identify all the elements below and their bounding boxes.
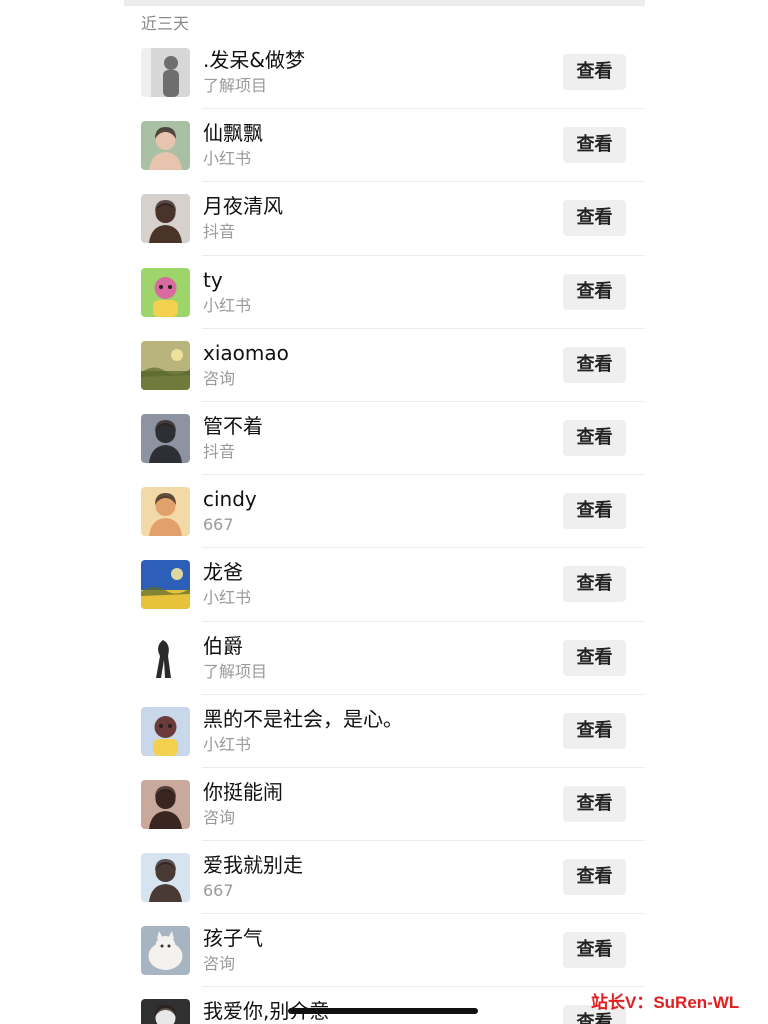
contact-name: .发呆&做梦: [203, 48, 305, 72]
view-button[interactable]: 查看: [563, 200, 626, 237]
cartoon-avatar[interactable]: [141, 267, 190, 317]
landscape-avatar[interactable]: [141, 340, 190, 390]
contact-name: 仙飘飘: [203, 121, 263, 146]
contact-row[interactable]: 黑的不是社会，是心。小红书 查看: [124, 695, 645, 769]
contact-row[interactable]: 伯爵了解项目 查看: [124, 622, 645, 695]
home-indicator-bar[interactable]: [288, 1008, 478, 1014]
view-button[interactable]: 查看: [563, 859, 626, 896]
view-button[interactable]: 查看: [563, 785, 626, 822]
sketch-avatar[interactable]: [141, 633, 190, 683]
contact-name: 管不着: [203, 413, 263, 438]
portrait-avatar[interactable]: [141, 194, 190, 244]
contact-row[interactable]: cindy 667 查看: [124, 475, 645, 549]
contact-row[interactable]: 月夜清风抖音 查看: [124, 182, 645, 256]
landscape-avatar[interactable]: [141, 560, 190, 610]
contact-source-label: 小红书: [203, 734, 252, 754]
view-button[interactable]: 查看: [563, 932, 626, 969]
cartoon-avatar[interactable]: [141, 706, 190, 756]
contact-row[interactable]: ty 小红书 查看: [124, 256, 645, 329]
portrait-avatar[interactable]: [141, 413, 190, 463]
contact-name: ty: [203, 267, 223, 292]
recent-contacts-panel: 近三天 .发呆&做梦 了解项目 查看 仙飘飘 小红书 查看 月夜清风 抖音 查看 ty 小红书 查看 x…: [124, 0, 645, 1024]
contact-row[interactable]: 你挺能闹咨询 查看: [124, 768, 645, 842]
view-button[interactable]: 查看: [563, 54, 626, 90]
contact-row[interactable]: 我爱你,别介意 查看: [124, 987, 645, 1024]
view-button[interactable]: 查看: [563, 566, 626, 603]
cat-avatar[interactable]: [141, 926, 190, 976]
watermark-text: 站长V：SuRen-WL: [591, 993, 740, 1012]
person-avatar[interactable]: [141, 48, 190, 97]
contact-source-label: 抖音: [203, 441, 236, 461]
contact-row[interactable]: 管不着抖音 查看: [124, 402, 645, 476]
contact-name: 黑的不是社会，是心。: [203, 706, 403, 731]
view-button[interactable]: 查看: [563, 493, 626, 530]
view-button[interactable]: 查看: [563, 127, 626, 164]
contact-name: 龙爸: [203, 560, 243, 585]
contact-source-label: 小红书: [203, 295, 252, 315]
portrait-avatar[interactable]: [141, 853, 190, 903]
contact-row[interactable]: 爱我就别走 667 查看: [124, 841, 645, 915]
contact-row[interactable]: .发呆&做梦了解项目 查看: [124, 36, 645, 110]
contact-list-screen: 近三天 .发呆&做梦 了解项目 查看 仙飘飘 小红书 查看 月夜清风 抖音 查看 ty 小红书 查看 x…: [0, 0, 768, 1024]
contact-row[interactable]: 仙飘飘小红书 查看: [124, 109, 645, 183]
contact-row[interactable]: 龙爸小红书 查看: [124, 548, 645, 622]
contact-source-label: 小红书: [203, 149, 252, 169]
view-button[interactable]: 查看: [563, 639, 626, 676]
contact-source-label: 667: [203, 881, 234, 901]
contact-list: .发呆&做梦 了解项目 查看 仙飘飘 小红书 查看 月夜清风 抖音 查看 ty 小红书 查看 xiaom…: [124, 36, 645, 1024]
contact-source-label: 咨询: [203, 954, 236, 974]
contact-source-label: 抖音: [203, 222, 236, 242]
contact-name: xiaomao: [203, 340, 289, 365]
contact-name: 你挺能闹: [203, 779, 283, 804]
section-header-recent-three-days: 近三天: [141, 14, 190, 33]
contact-source-label: 667: [203, 515, 234, 535]
contact-name: 伯爵: [203, 633, 243, 658]
contact-name: 爱我就别走: [203, 853, 303, 878]
contact-source-label: 小红书: [203, 588, 252, 608]
portrait-avatar[interactable]: [141, 999, 190, 1024]
contact-source-label: 了解项目: [203, 661, 268, 681]
contact-name: 月夜清风: [203, 194, 283, 219]
portrait-avatar[interactable]: [141, 121, 190, 171]
contact-name: 孩子气: [203, 926, 263, 951]
view-button[interactable]: 查看: [563, 419, 626, 456]
portrait-avatar[interactable]: [141, 487, 190, 537]
contact-name: cindy: [203, 487, 257, 512]
view-button[interactable]: 查看: [563, 273, 626, 310]
view-button[interactable]: 查看: [563, 712, 626, 749]
top-divider-strip: [124, 0, 645, 6]
view-button[interactable]: 查看: [563, 346, 626, 383]
contact-row[interactable]: 孩子气咨询 查看: [124, 914, 645, 988]
contact-source-label: 咨询: [203, 807, 236, 827]
contact-source-label: 咨询: [203, 368, 236, 388]
contact-row[interactable]: xiaomao 咨询 查看: [124, 329, 645, 403]
contact-source-label: 了解项目: [203, 76, 268, 95]
portrait-avatar[interactable]: [141, 779, 190, 829]
